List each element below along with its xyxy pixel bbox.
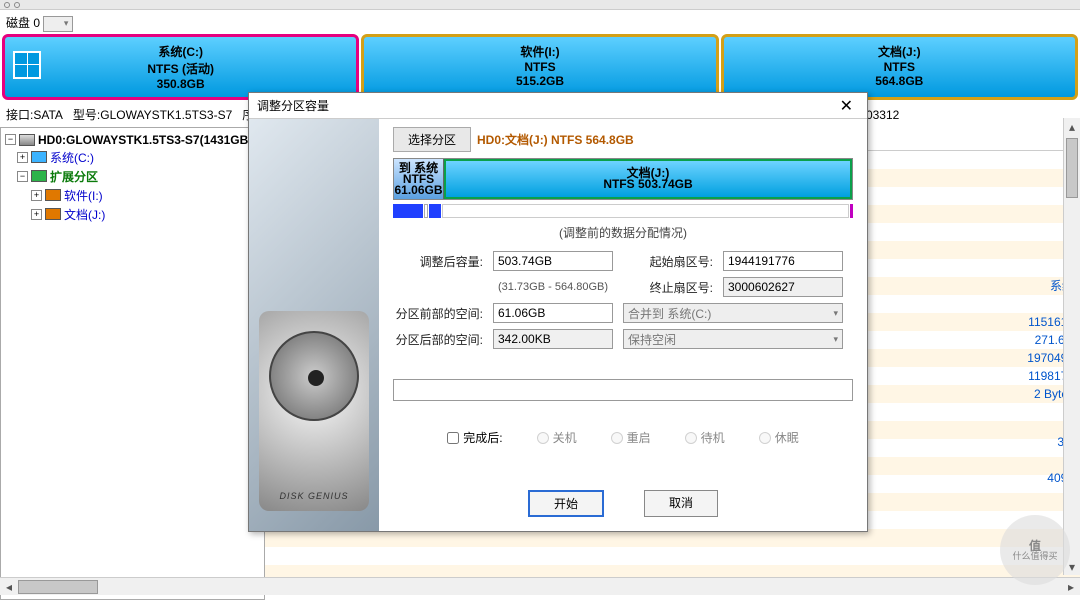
combo-space-after-action[interactable]: 保持空闲▾ [623,329,843,349]
tree-label: 系统(C:) [50,149,94,166]
checkbox-after-complete[interactable]: 完成后: [447,429,502,446]
partition-card-c[interactable]: 系统(C:) NTFS (活动) 350.8GB [2,34,359,100]
gap [424,204,428,218]
iface-label: 接口:SATA [6,106,63,123]
expand-icon[interactable]: + [17,152,28,163]
scroll-up-icon[interactable]: ▴ [1064,118,1080,135]
end-marker [850,204,853,218]
windows-logo-icon [13,51,41,79]
radio-shutdown[interactable]: 关机 [537,429,577,446]
part-name: 系统(C:) [5,43,356,60]
before-hint: (调整前的数据分配情况) [393,224,853,241]
part-size: 515.2GB [364,74,715,88]
drive-icon [45,208,61,220]
tree-label: 软件(I:) [64,187,103,204]
used-block [429,204,441,218]
free-block [442,204,849,218]
disk-number-label: 磁盘 0 ▾ [6,14,73,32]
size-range-hint: (31.73GB - 564.80GB) [493,281,613,293]
part-fs: NTFS [364,60,715,74]
label-space-after: 分区后部的空间: [393,331,483,348]
input-space-after[interactable] [493,329,613,349]
label-space-before: 分区前部的空间: [393,305,483,322]
partition-card-i[interactable]: 软件(I:) NTFS 515.2GB [361,34,718,100]
partition-card-j[interactable]: 文档(J:) NTFS 564.8GB [721,34,1078,100]
toolbar-dot [4,2,10,8]
resize-partition-dialog: 调整分区容量 ✕ DISK GENIUS 选择分区 HD0:文档(J:) NTF… [248,92,868,532]
tree-label: HD0:GLOWAYSTK1.5TS3-S7(1431GB) [38,133,252,147]
hdd-illustration: DISK GENIUS [259,311,369,511]
input-start-sector[interactable] [723,251,843,271]
toolbar-dot [14,2,20,8]
tree-node-c[interactable]: + 系统(C:) [3,148,262,167]
radio-hibernate[interactable]: 休眠 [759,429,799,446]
cancel-button[interactable]: 取消 [644,490,718,517]
start-button[interactable]: 开始 [528,490,604,517]
scroll-thumb[interactable] [18,580,98,594]
seg-fs: NTFS 503.74GB [603,179,692,190]
input-space-before[interactable] [493,303,613,323]
dialog-titlebar[interactable]: 调整分区容量 ✕ [249,93,867,119]
seg-size: 61.06GB [394,185,442,196]
after-complete-row: 完成后: 关机 重启 待机 休眠 [393,429,853,446]
label-end-sector: 终止扇区号: [623,279,713,296]
part-name: 软件(I:) [364,43,715,60]
radio-reboot[interactable]: 重启 [611,429,651,446]
part-fs: NTFS [724,60,1075,74]
dialog-sidebar-image: DISK GENIUS [249,119,379,531]
usage-minibar [393,204,853,218]
label: 完成后: [463,429,502,446]
vertical-scrollbar[interactable]: ▴ ▾ [1063,118,1080,575]
progress-bar [393,379,853,401]
label-start-sector: 起始扇区号: [623,253,713,270]
drive-icon [31,170,47,182]
partition-tree: − HD0:GLOWAYSTK1.5TS3-S7(1431GB) + 系统(C:… [0,127,265,600]
disk-icon [19,134,35,146]
disk-selector-row: 磁盘 0 ▾ [0,10,1080,32]
drive-icon [45,189,61,201]
part-size: 350.8GB [5,77,356,91]
part-fs: NTFS (活动) [5,60,356,77]
horizontal-scrollbar[interactable]: ◂ ▸ [0,577,1080,595]
tree-node-hd0[interactable]: − HD0:GLOWAYSTK1.5TS3-S7(1431GB) [3,132,262,148]
label-new-size: 调整后容量: [393,253,483,270]
select-partition-button[interactable]: 选择分区 [393,127,471,152]
used-block [393,204,423,218]
model-label: 型号:GLOWAYSTK1.5TS3-S7 [73,106,232,123]
segment-merge-target[interactable]: 到 系统 NTFS 61.06GB [394,159,444,199]
watermark: 值 什么值得买 [1000,515,1070,585]
tree-node-j[interactable]: + 文档(J:) [3,205,262,224]
brand-label: DISK GENIUS [259,491,369,501]
close-icon[interactable]: ✕ [834,96,859,116]
tree-label: 文档(J:) [64,206,105,223]
selected-partition-path: HD0:文档(J:) NTFS 564.8GB [477,131,634,148]
collapse-icon[interactable]: − [17,171,28,182]
collapse-icon[interactable]: − [5,134,16,145]
tree-node-extended[interactable]: − 扩展分区 [3,167,262,186]
part-name: 文档(J:) [724,43,1075,60]
expand-icon[interactable]: + [31,190,42,201]
scroll-right-icon[interactable]: ▸ [1062,580,1080,594]
expand-icon[interactable]: + [31,209,42,220]
tree-label: 扩展分区 [50,168,98,185]
scroll-thumb[interactable] [1066,138,1078,198]
resize-preview-bar[interactable]: 到 系统 NTFS 61.06GB 文档(J:) NTFS 503.74GB [393,158,853,200]
input-new-size[interactable] [493,251,613,271]
watermark-text: 什么值得买 [1012,552,1057,561]
drive-icon [31,151,47,163]
disk-dropdown[interactable]: ▾ [43,16,73,32]
segment-current[interactable]: 文档(J:) NTFS 503.74GB [444,159,852,199]
resize-form: 调整后容量: 起始扇区号: (31.73GB - 564.80GB) 终止扇区号… [393,251,853,349]
input-end-sector[interactable] [723,277,843,297]
scroll-left-icon[interactable]: ◂ [0,580,18,594]
platter-icon [269,331,359,421]
combo-space-before-action[interactable]: 合并到 系统(C:)▾ [623,303,843,323]
dialog-title: 调整分区容量 [257,97,834,114]
radio-standby[interactable]: 待机 [685,429,725,446]
part-size: 564.8GB [724,74,1075,88]
watermark-char: 值 [1029,540,1041,552]
checkbox[interactable] [447,432,459,444]
window-toolbar [0,0,1080,10]
tree-node-i[interactable]: + 软件(I:) [3,186,262,205]
